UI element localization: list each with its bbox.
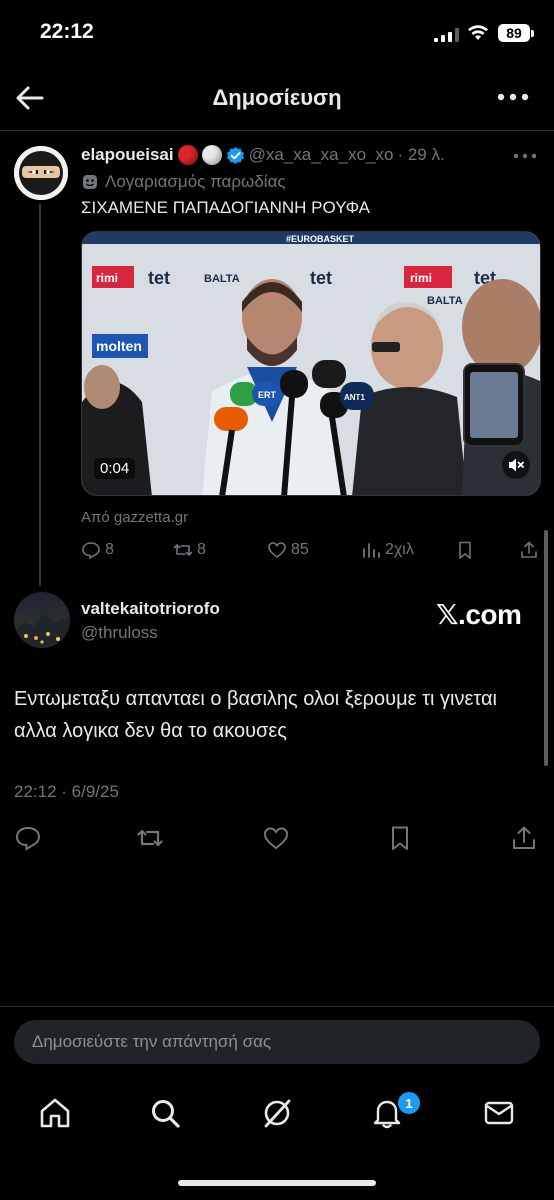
tweet-text: ΣΙΧΑΜΕΝΕ ΠΑΠΑΔΟΓΙΑΝΝΗ ΡΟΥΦΑ — [81, 198, 370, 217]
ninja-avatar-icon — [14, 146, 68, 200]
page-title: Δημοσίευση — [212, 85, 342, 110]
link-source[interactable]: Από gazzetta.gr — [81, 509, 188, 526]
x-com-watermark: 𝕏.com — [436, 599, 522, 630]
backdrop-label-1: #EUROBASKET — [286, 234, 355, 244]
video-duration: 0:04 — [94, 458, 136, 479]
retweet-count: 8 — [197, 541, 206, 558]
backdrop-label-3: tet — [148, 268, 170, 288]
battery-tip — [531, 30, 534, 37]
volume-muted-icon — [509, 458, 524, 472]
parody-label: Λογαριασμός παρωδίας — [81, 172, 286, 192]
verified-badge-icon — [226, 146, 244, 164]
views-icon — [363, 543, 380, 558]
battery-indicator: 89 — [498, 24, 530, 42]
share-icon — [521, 541, 537, 558]
thread-line — [39, 204, 41, 586]
notification-badge: 1 — [396, 1090, 422, 1116]
status-time: 22:12 — [40, 20, 94, 43]
heart-icon — [268, 542, 286, 559]
user-handle[interactable]: @xa_xa_xa_xo_xo — [249, 145, 394, 165]
avatar[interactable] — [14, 592, 70, 648]
profile-photo-night-city-icon — [14, 592, 70, 648]
grok-icon[interactable] — [260, 1096, 294, 1130]
heart-icon[interactable] — [262, 824, 290, 852]
backdrop-label-10: BALTA — [427, 295, 463, 307]
views-action[interactable]: 2χιλ — [361, 540, 414, 560]
like-action[interactable]: 85 — [267, 540, 309, 560]
bookmark-icon[interactable] — [386, 824, 414, 852]
views-count: 2χιλ — [385, 541, 414, 558]
messages-envelope-icon[interactable] — [482, 1096, 516, 1130]
reply-input[interactable]: Δημοσιεύστε την απάντησή σας — [14, 1020, 540, 1064]
home-indicator[interactable] — [178, 1180, 376, 1186]
display-name[interactable]: valtekaitotriorofo — [81, 599, 220, 619]
backdrop-label-2: rimi — [96, 271, 118, 285]
main-tweet-actions — [14, 824, 540, 856]
share-action[interactable] — [519, 540, 539, 560]
reply-icon — [82, 542, 100, 560]
backdrop-label-4: BALTA — [204, 273, 240, 285]
tweet-text: Εντωμεταξυ απανταει ο βασιλης ολοι ξερου… — [14, 688, 497, 742]
red-circle-emoji — [177, 145, 198, 165]
user-handle[interactable]: @thruloss — [81, 623, 158, 643]
retweet-action[interactable]: 8 — [173, 540, 206, 560]
backdrop-label-5: tet — [310, 268, 332, 288]
retweet-icon — [173, 544, 193, 556]
search-icon[interactable] — [148, 1096, 182, 1130]
bookmark-icon — [459, 541, 471, 559]
quoted-user-row[interactable]: elapoueisai @xa_xa_xa_xo_xo · 29 λ. — [81, 145, 445, 165]
theater-mask-icon — [83, 175, 97, 189]
video-player[interactable]: #EUROBASKET rimi tet BALTA tet rimi tet … — [81, 231, 541, 496]
cellular-signal-icon — [434, 28, 459, 42]
mic-label-2: ANT1 — [344, 393, 365, 402]
home-icon[interactable] — [38, 1096, 72, 1130]
backdrop-label-6: rimi — [410, 271, 432, 285]
share-icon[interactable] — [510, 824, 538, 852]
backdrop-label-8: molten — [96, 338, 142, 354]
white-circle-emoji — [201, 145, 222, 165]
retweet-icon[interactable] — [136, 824, 164, 852]
display-name[interactable]: elapoueisai — [81, 145, 174, 165]
avatar[interactable] — [14, 146, 68, 200]
header-divider — [0, 130, 554, 131]
reply-action[interactable]: 8 — [81, 540, 114, 560]
tweet-timestamp[interactable]: 22:12 · 6/9/25 — [14, 782, 119, 802]
video-thumbnail: #EUROBASKET rimi tet BALTA tet rimi tet … — [82, 232, 540, 495]
mute-button[interactable] — [502, 451, 530, 479]
reply-icon[interactable] — [14, 824, 42, 852]
scrollbar[interactable] — [544, 530, 548, 766]
more-options-icon[interactable] — [496, 86, 530, 108]
like-count: 85 — [291, 541, 309, 558]
post-age: · 29 λ. — [397, 145, 445, 164]
tweet-more-icon[interactable] — [512, 146, 538, 166]
reply-count: 8 — [105, 541, 114, 558]
bookmark-action[interactable] — [455, 540, 475, 560]
quoted-tweet-actions: 8 8 85 2χιλ — [81, 540, 541, 564]
parody-label-text: Λογαριασμός παρωδίας — [105, 172, 286, 191]
wifi-icon — [468, 25, 488, 40]
mic-label-1: ERT — [258, 390, 277, 400]
